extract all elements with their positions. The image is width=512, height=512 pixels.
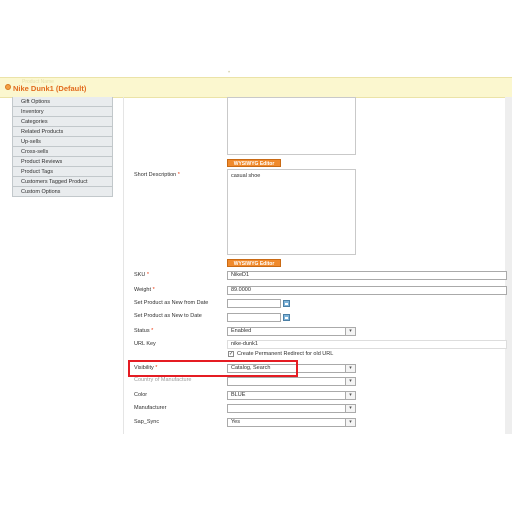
sidebar-item-gift-options[interactable]: Gift Options [12,97,113,107]
short-description-label: Short Description * [134,172,180,178]
short-description-editor[interactable]: casual shoe [227,169,356,255]
sap-sync-label: Sap_Sync [134,419,160,425]
product-icon [5,84,11,90]
status-selected-value: Enabled [231,328,252,334]
redirect-label: Create Permanent Redirect for old URL [237,351,334,357]
sap-sync-selected-value: Yes [231,419,240,425]
sku-label-text: SKU [134,272,146,278]
sidebar-item-custom-options[interactable]: Custom Options [12,187,113,197]
chevron-down-icon: ▾ [345,405,355,412]
chevron-down-icon: ▾ [345,365,355,372]
sidebar-item-categories[interactable]: Categories [12,117,113,127]
chevron-down-icon: ▾ [345,419,355,426]
status-label-text: Status [134,328,150,334]
sku-input[interactable]: NikeD1 [227,271,507,280]
sap-sync-select[interactable]: Yes ▾ [227,418,356,427]
sidebar-item-related-products[interactable]: Related Products [12,127,113,137]
new-from-date-input[interactable] [227,299,281,308]
url-key-label: URL Key [134,341,156,347]
country-label: Country of Manufacture [134,377,192,383]
page-title: Nike Dunk1 (Default) [13,84,87,93]
page-header: Product Name Nike Dunk1 (Default) [0,77,512,98]
sidebar-item-customers-tagged-product[interactable]: Customers Tagged Product [12,177,113,187]
short-description-text: casual shoe [231,173,261,179]
sidebar-item-inventory[interactable]: Inventory [12,107,113,117]
new-to-label: Set Product as New to Date [134,313,202,319]
main-right-border [505,97,512,434]
color-select[interactable]: BLUE ▾ [227,391,356,400]
required-mark: * [146,272,149,278]
url-key-input[interactable]: nike-dunk1 [227,340,507,349]
ghost-text: • [228,70,231,76]
required-mark: * [177,172,180,178]
sidebar-item-cross-sells[interactable]: Cross-sells [12,147,113,157]
description-editor[interactable] [227,97,356,155]
weight-label: Weight * [134,287,155,293]
sku-label: SKU * [134,272,149,278]
color-label: Color [134,392,148,398]
redirect-checkbox[interactable]: ✓ [228,351,234,357]
new-to-date-input[interactable] [227,313,281,322]
chevron-down-icon: ▾ [345,392,355,399]
color-selected-value: BLUE [231,392,246,398]
weight-label-text: Weight [134,287,152,293]
weight-input[interactable]: 89.0000 [227,286,507,295]
status-label: Status * [134,328,153,334]
visibility-highlight-box [128,360,298,377]
calendar-icon[interactable] [283,314,290,321]
chevron-down-icon: ▾ [345,328,355,335]
short-description-label-text: Short Description [134,172,177,178]
product-tabs-sidebar: Gift Options Inventory Categories Relate… [12,97,113,197]
manufacturer-label: Manufacturer [134,405,167,411]
country-select[interactable]: ▾ [227,377,356,386]
sidebar-item-product-reviews[interactable]: Product Reviews [12,157,113,167]
manufacturer-select[interactable]: ▾ [227,404,356,413]
main-left-border [123,97,124,434]
required-mark: * [152,287,155,293]
chevron-down-icon: ▾ [345,378,355,385]
sidebar-item-product-tags[interactable]: Product Tags [12,167,113,177]
required-mark: * [151,328,154,334]
calendar-icon[interactable] [283,300,290,307]
wysiwyg-editor-button-2[interactable]: WYSIWYG Editor [227,259,281,267]
wysiwyg-editor-button[interactable]: WYSIWYG Editor [227,159,281,167]
sidebar-item-up-sells[interactable]: Up-sells [12,137,113,147]
new-from-label: Set Product as New from Date [134,300,209,306]
status-select[interactable]: Enabled ▾ [227,327,356,336]
